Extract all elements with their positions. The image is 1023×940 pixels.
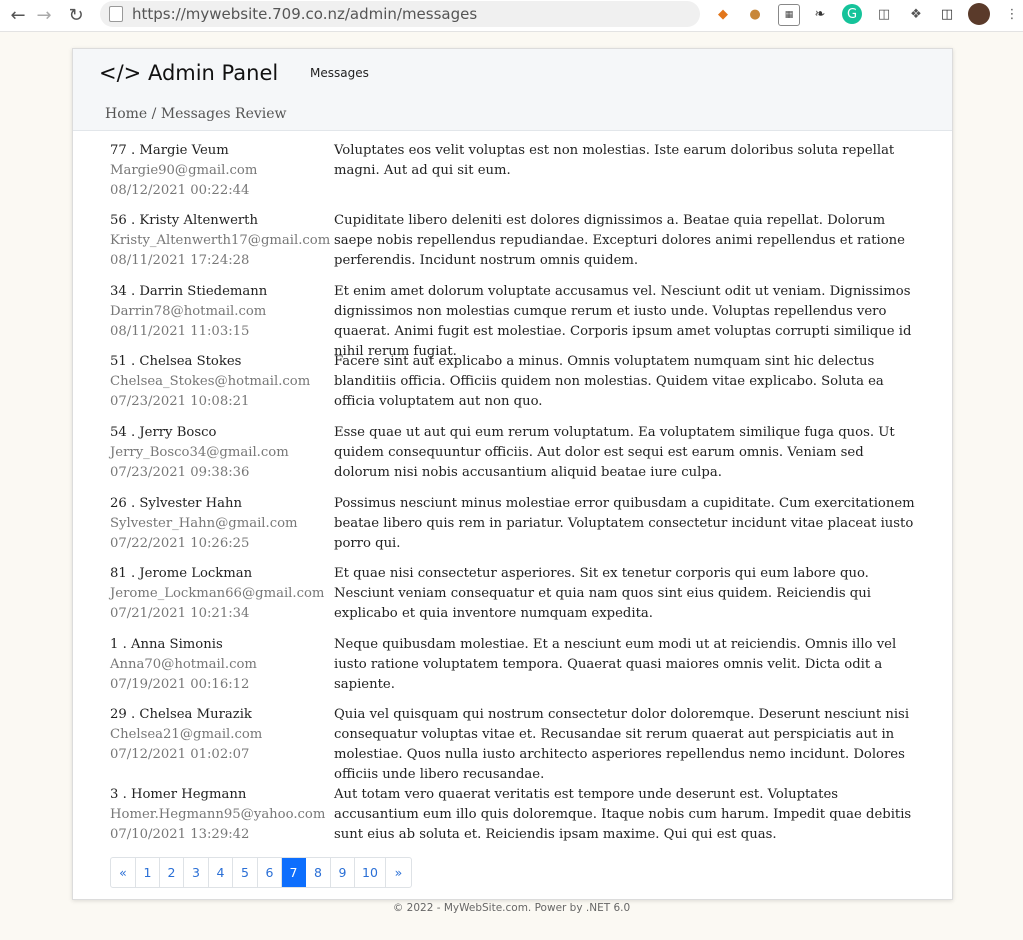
sender-name: 81 . Jerome Lockman [110, 566, 253, 581]
sender-email: Homer.Hegmann95@yahoo.com [110, 807, 326, 822]
back-arrow-icon[interactable]: ← [6, 3, 30, 27]
sender-name: 3 . Homer Hegmann [110, 787, 247, 802]
cookie-icon[interactable]: ● [745, 4, 765, 24]
sender-email: Margie90@gmail.com [110, 163, 258, 178]
reload-icon[interactable]: ↻ [64, 3, 88, 27]
page-7-button[interactable]: 7 [282, 858, 306, 887]
sender-name: 77 . Margie Veum [110, 143, 229, 158]
forward-arrow-icon[interactable]: → [32, 3, 56, 27]
page-10-button[interactable]: 10 [355, 858, 386, 887]
message-date: 08/12/2021 00:22:44 [110, 183, 250, 198]
sender-email: Chelsea_Stokes@hotmail.com [110, 374, 311, 389]
admin-card: </> Admin Panel Messages Home / Messages… [72, 48, 953, 900]
feather-icon[interactable]: ❧ [810, 4, 830, 24]
top-navbar: </> Admin Panel Messages [73, 49, 952, 100]
sender-email: Kristy_Altenwerth17@gmail.com [110, 233, 331, 248]
page-3-button[interactable]: 3 [184, 858, 209, 887]
sender-name: 51 . Chelsea Stokes [110, 354, 242, 369]
message-date: 07/12/2021 01:02:07 [110, 747, 250, 762]
page-9-button[interactable]: 9 [331, 858, 355, 887]
more-menu-icon[interactable]: ⋮ [1002, 4, 1022, 24]
breadcrumb: Home / Messages Review [73, 99, 952, 131]
message-date: 07/10/2021 13:29:42 [110, 827, 250, 842]
sender-name: 26 . Sylvester Hahn [110, 496, 243, 511]
sender-email: Jerry_Bosco34@gmail.com [110, 445, 289, 460]
message-date: 07/22/2021 10:26:25 [110, 536, 250, 551]
message-body: Cupiditate libero deleniti est dolores d… [334, 213, 905, 268]
fox-icon[interactable]: ◆ [713, 4, 733, 24]
avatar[interactable] [968, 3, 990, 25]
sender-email: Darrin78@hotmail.com [110, 304, 267, 319]
message-body: Facere sint aut explicabo a minus. Omnis… [334, 354, 884, 409]
message-body: Possimus nesciunt minus molestiae error … [334, 496, 915, 551]
breadcrumb-text[interactable]: Home / Messages Review [105, 99, 287, 130]
page-next-button[interactable]: » [386, 858, 411, 887]
nav-link-messages[interactable]: Messages [310, 66, 369, 80]
sender-email: Jerome_Lockman66@gmail.com [110, 586, 325, 601]
message-body: Voluptates eos velit voluptas est non mo… [334, 143, 895, 178]
browser-toolbar: ← → ↻ https://mywebsite.709.co.nz/admin/… [0, 0, 1023, 32]
page-footer: © 2022 - MyWebSite.com. Power by .NET 6.… [392, 902, 631, 914]
page-1-button[interactable]: 1 [136, 858, 160, 887]
message-body: Quia vel quisquam qui nostrum consectetu… [334, 707, 910, 782]
page-4-button[interactable]: 4 [209, 858, 233, 887]
sender-name: 56 . Kristy Altenwerth [110, 213, 258, 228]
tabs-icon[interactable]: ◫ [874, 4, 894, 24]
sidebar-icon[interactable]: ◫ [937, 4, 957, 24]
message-body: Et quae nisi consectetur asperiores. Sit… [334, 566, 871, 621]
message-body: Esse quae ut aut qui eum rerum voluptatu… [334, 425, 895, 480]
message-date: 08/11/2021 17:24:28 [110, 253, 250, 268]
sender-name: 34 . Darrin Stiedemann [110, 284, 268, 299]
page-info-icon[interactable] [109, 6, 123, 22]
page-2-button[interactable]: 2 [160, 858, 184, 887]
message-body: Et enim amet dolorum voluptate accusamus… [334, 284, 912, 359]
message-date: 07/21/2021 10:21:34 [110, 606, 250, 621]
sender-name: 54 . Jerry Bosco [110, 425, 217, 440]
sender-name: 1 . Anna Simonis [110, 637, 223, 652]
sender-email: Anna70@hotmail.com [110, 657, 257, 672]
sender-email: Sylvester_Hahn@gmail.com [110, 516, 298, 531]
brand-title[interactable]: </> Admin Panel [99, 61, 278, 85]
message-date: 07/19/2021 00:16:12 [110, 677, 250, 692]
page-icon[interactable]: ▦ [778, 4, 800, 26]
url-text: https://mywebsite.709.co.nz/admin/messag… [132, 5, 478, 23]
message-body: Neque quibusdam molestiae. Et a nesciunt… [334, 637, 897, 692]
grammarly-icon[interactable]: G [842, 4, 862, 24]
sender-name: 29 . Chelsea Murazik [110, 707, 252, 722]
page-5-button[interactable]: 5 [233, 858, 258, 887]
message-body: Aut totam vero quaerat veritatis est tem… [334, 787, 912, 842]
message-date: 08/11/2021 11:03:15 [110, 324, 250, 339]
message-date: 07/23/2021 09:38:36 [110, 465, 250, 480]
message-date: 07/23/2021 10:08:21 [110, 394, 250, 409]
pagination: « 1 2 3 4 5 6 7 8 9 10 » [110, 857, 412, 888]
puzzle-icon[interactable]: ❖ [906, 4, 926, 24]
page-prev-button[interactable]: « [111, 858, 136, 887]
page-6-button[interactable]: 6 [258, 858, 282, 887]
page-8-button[interactable]: 8 [306, 858, 331, 887]
address-bar[interactable]: https://mywebsite.709.co.nz/admin/messag… [100, 1, 700, 27]
sender-email: Chelsea21@gmail.com [110, 727, 263, 742]
